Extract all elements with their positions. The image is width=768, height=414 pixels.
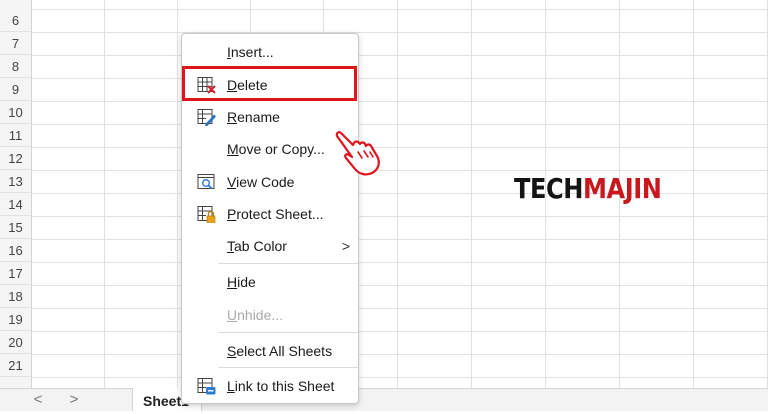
menu-separator	[218, 367, 358, 368]
row-number[interactable]: 7	[0, 32, 31, 55]
row-number[interactable]: 18	[0, 285, 31, 308]
row-number[interactable]: 21	[0, 354, 31, 377]
row-number[interactable]: 8	[0, 55, 31, 78]
grid-line	[32, 285, 768, 286]
menu-item-label: Insert...	[227, 44, 274, 60]
rename-sheet-icon	[197, 109, 216, 126]
grid-line	[32, 239, 768, 240]
row-number[interactable]: 13	[0, 170, 31, 193]
sheet-tab-bar: < > Sheet1 +	[0, 388, 768, 411]
menu-item-unhide: Unhide...	[182, 302, 358, 328]
grid-line	[32, 331, 768, 332]
grid-line	[471, 0, 472, 388]
grid-line	[32, 124, 768, 125]
grid-line	[32, 216, 768, 217]
grid-line	[32, 147, 768, 148]
menu-item-hide[interactable]: Hide	[182, 269, 358, 295]
menu-item-label: Tab Color	[227, 238, 287, 254]
row-number[interactable]: 20	[0, 331, 31, 354]
grid-line	[32, 170, 768, 171]
view-code-icon	[197, 174, 215, 190]
menu-separator	[218, 332, 358, 333]
menu-item-rename[interactable]: Rename	[182, 104, 358, 130]
menu-item-label: Protect Sheet...	[227, 206, 324, 222]
menu-item-label: View Code	[227, 174, 295, 190]
scroll-left-icon[interactable]: <	[30, 392, 46, 408]
grid-line	[177, 0, 178, 388]
row-number[interactable]: 16	[0, 239, 31, 262]
scroll-right-icon[interactable]: >	[66, 392, 82, 408]
row-number[interactable]: 9	[0, 78, 31, 101]
row-number[interactable]: 6	[0, 9, 31, 32]
row-number[interactable]: 19	[0, 308, 31, 331]
protect-sheet-icon	[197, 206, 216, 223]
row-number[interactable]: 10	[0, 101, 31, 124]
delete-highlight-box	[182, 66, 357, 101]
menu-item-label: Unhide...	[227, 307, 284, 323]
menu-item-label: Rename	[227, 109, 280, 125]
logo-text-part2: MAJIN	[582, 172, 662, 205]
row-number[interactable]: 14	[0, 193, 31, 216]
grid-line	[104, 0, 105, 388]
menu-separator	[218, 263, 358, 264]
menu-item-link-to-sheet[interactable]: Link to this Sheet	[182, 373, 358, 399]
grid-line	[32, 101, 768, 102]
grid-line	[32, 262, 768, 263]
grid-line	[32, 354, 768, 355]
grid-line	[397, 0, 398, 388]
techmajin-logo: TECHMAJIN	[514, 172, 662, 206]
grid-line	[32, 55, 768, 56]
row-headers: 6 7 8 9 10 11 12 13 14 15 16 17 18 19 20…	[0, 0, 32, 388]
logo-text-part1: TECH	[514, 172, 583, 205]
menu-item-move-or-copy[interactable]: Move or Copy...	[182, 136, 358, 162]
pointing-hand-icon	[335, 131, 380, 176]
menu-item-label: Move or Copy...	[227, 141, 325, 157]
menu-item-label: Hide	[227, 274, 256, 290]
menu-item-label: Select All Sheets	[227, 343, 333, 359]
grid-line	[32, 9, 768, 10]
grid-line	[693, 0, 694, 388]
row-number[interactable]: 17	[0, 262, 31, 285]
menu-item-tab-color[interactable]: Tab Color >	[182, 233, 358, 259]
grid-line	[32, 308, 768, 309]
menu-item-label: Link to this Sheet	[227, 378, 335, 394]
menu-item-view-code[interactable]: View Code	[182, 169, 358, 195]
chevron-right-icon: >	[341, 238, 350, 254]
menu-item-select-all-sheets[interactable]: Select All Sheets	[182, 338, 358, 364]
menu-item-insert[interactable]: Insert...	[182, 39, 358, 65]
link-sheet-icon	[197, 378, 216, 395]
menu-item-protect-sheet[interactable]: Protect Sheet...	[182, 201, 358, 227]
row-number[interactable]: 15	[0, 216, 31, 239]
grid-line	[32, 32, 768, 33]
row-number[interactable]: 12	[0, 147, 31, 170]
grid-line	[32, 377, 768, 378]
row-number[interactable]: 11	[0, 124, 31, 147]
grid-line	[32, 78, 768, 79]
